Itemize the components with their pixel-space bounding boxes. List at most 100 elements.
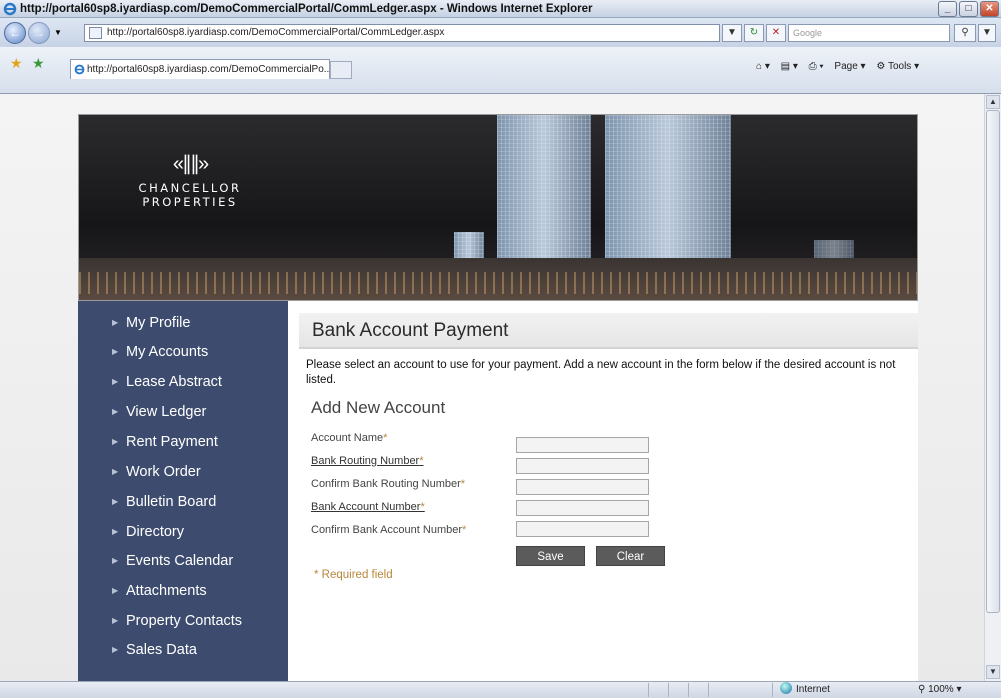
routing-number-link[interactable]: Bank Routing Number* [311, 452, 424, 470]
search-input[interactable]: Google [788, 24, 950, 42]
save-button[interactable]: Save [516, 546, 585, 566]
url-text: http://portal60sp8.iyardiasp.com/DemoCom… [107, 27, 445, 38]
sidebar-item-work-order[interactable]: ▶ Work Order [78, 458, 288, 486]
tools-menu[interactable]: ⚙ Tools ▾ [876, 61, 919, 72]
page-menu-label: Page [834, 61, 858, 72]
ie-logo-icon [3, 2, 17, 16]
status-divider [648, 683, 649, 697]
scroll-thumb[interactable] [986, 110, 1000, 613]
tower-image [605, 115, 731, 280]
page-menu[interactable]: Page ▾ [834, 61, 865, 72]
sidebar-item-label: Lease Abstract [126, 374, 222, 390]
sidebar-item-label: Property Contacts [126, 613, 243, 629]
feeds-icon[interactable]: ▤ ▾ [781, 61, 798, 72]
sidebar-item-sales-data[interactable]: ▶ Sales Data [78, 636, 288, 664]
arrow-right-icon: ▶ [112, 497, 119, 506]
favorites-star-icon[interactable]: ★ [10, 55, 23, 72]
tower-image [497, 115, 591, 280]
account-number-link[interactable]: Bank Account Number* [311, 498, 425, 516]
sidebar-item-view-ledger[interactable]: ▶ View Ledger [78, 398, 288, 426]
home-icon[interactable]: ⌂ ▾ [756, 61, 770, 72]
arrow-right-icon: ▶ [112, 347, 119, 356]
sidebar-item-label: Directory [126, 524, 185, 540]
page-viewport: «∥∥» CHANCELLOR PROPERTIES ▶ My Profile ▶… [0, 94, 984, 681]
sidebar-item-attachments[interactable]: ▶ Attachments [78, 577, 288, 605]
required-mark: * [383, 432, 388, 444]
scroll-up-icon[interactable]: ▲ [986, 95, 1000, 109]
minimize-button[interactable]: _ [938, 1, 957, 17]
browser-window: http://portal60sp8.iyardiasp.com/DemoCom… [0, 0, 1001, 698]
confirm-routing-field[interactable] [516, 479, 649, 495]
close-button[interactable]: ✕ [980, 1, 999, 17]
logo-mark-icon: «∥∥» [172, 153, 209, 175]
arrow-right-icon: ▶ [112, 467, 119, 476]
tab-current[interactable]: http://portal60sp8.iyardiasp.com/DemoCom… [70, 59, 330, 79]
url-field[interactable]: http://portal60sp8.iyardiasp.com/DemoCom… [84, 24, 720, 42]
label-text: Confirm Bank Account Number [311, 524, 463, 536]
arrow-right-icon: ▶ [112, 645, 119, 654]
page-title: Bank Account Payment [299, 313, 918, 349]
print-icon[interactable]: ⎙ ▾ [809, 61, 824, 72]
sidebar-item-bulletin-board[interactable]: ▶ Bulletin Board [78, 488, 288, 516]
sidebar-item-label: Events Calendar [126, 553, 234, 569]
required-mark: * [462, 524, 467, 536]
page-icon [89, 27, 102, 39]
add-favorite-icon[interactable]: ★ [32, 55, 45, 72]
sidebar-item-events-calendar[interactable]: ▶ Events Calendar [78, 547, 288, 575]
vertical-scrollbar[interactable]: ▲ ▼ [984, 94, 1001, 681]
tools-menu-label: Tools [887, 61, 912, 72]
logo-line-1: CHANCELLOR [138, 181, 242, 195]
status-divider [668, 683, 669, 697]
sidebar-item-label: Attachments [126, 583, 207, 599]
status-divider [772, 683, 773, 697]
search-options-icon[interactable]: ▼ [978, 24, 996, 42]
sidebar-item-my-profile[interactable]: ▶ My Profile [78, 309, 288, 337]
arrow-right-icon: ▶ [112, 407, 119, 416]
arrow-right-icon: ▶ [112, 586, 119, 595]
command-bar: ⌂ ▾ ▤ ▾ ⎙ ▾ Page ▾ ⚙ Tools ▾ [756, 61, 927, 72]
confirm-account-field[interactable] [516, 521, 649, 537]
sidebar-item-property-contacts[interactable]: ▶ Property Contacts [78, 607, 288, 635]
status-divider [688, 683, 689, 697]
confirm-routing-label: Confirm Bank Routing Number* [311, 475, 465, 493]
maximize-button[interactable]: □ [959, 1, 978, 17]
required-mark: * [420, 501, 425, 513]
refresh-icon[interactable]: ↻ [744, 24, 764, 42]
sidebar-nav: ▶ My Profile ▶ My Accounts ▶ Lease Abstract… [78, 301, 288, 681]
forward-button[interactable]: → [28, 22, 50, 44]
sidebar-item-directory[interactable]: ▶ Directory [78, 518, 288, 546]
required-mark: * [460, 478, 466, 490]
sidebar-item-rent-payment[interactable]: ▶ Rent Payment [78, 428, 288, 456]
security-zone[interactable]: Internet [780, 682, 830, 698]
required-field-note: * Required field [314, 569, 393, 581]
search-icon[interactable]: ⚲ [954, 24, 976, 42]
sidebar-item-label: My Accounts [126, 344, 209, 360]
clear-button[interactable]: Clear [596, 546, 665, 566]
sidebar-item-label: View Ledger [126, 404, 207, 420]
intro-text: Please select an account to use for your… [306, 359, 896, 386]
add-account-heading: Add New Account [311, 398, 446, 417]
url-dropdown-icon[interactable]: ▼ [722, 24, 742, 42]
new-tab-button[interactable] [330, 61, 352, 79]
label-text: Bank Routing Number [311, 455, 420, 467]
arrow-right-icon: ▶ [112, 318, 119, 327]
sidebar-item-my-accounts[interactable]: ▶ My Accounts [78, 338, 288, 366]
routing-number-field[interactable] [516, 458, 649, 474]
back-button[interactable]: ← [4, 22, 26, 44]
sidebar-item-label: Sales Data [126, 642, 197, 658]
zoom-control[interactable]: ⚲ 100% ▾ [918, 682, 962, 698]
scroll-down-icon[interactable]: ▼ [986, 665, 1000, 679]
status-bar: Internet ⚲ 100% ▾ [0, 681, 1001, 698]
sidebar-item-label: Bulletin Board [126, 494, 217, 510]
account-number-field[interactable] [516, 500, 649, 516]
required-mark: * [419, 455, 424, 467]
sidebar-item-lease-abstract[interactable]: ▶ Lease Abstract [78, 368, 288, 396]
label-text: Confirm Bank Routing Number [311, 478, 461, 490]
account-name-field[interactable] [516, 437, 649, 453]
logo-line-2: PROPERTIES [142, 195, 238, 209]
status-divider [708, 683, 709, 697]
history-dropdown-icon[interactable]: ▼ [54, 28, 62, 37]
sidebar-item-label: Rent Payment [126, 434, 218, 450]
portal-page: «∥∥» CHANCELLOR PROPERTIES ▶ My Profile ▶… [78, 114, 918, 681]
stop-icon[interactable]: ✕ [766, 24, 786, 42]
